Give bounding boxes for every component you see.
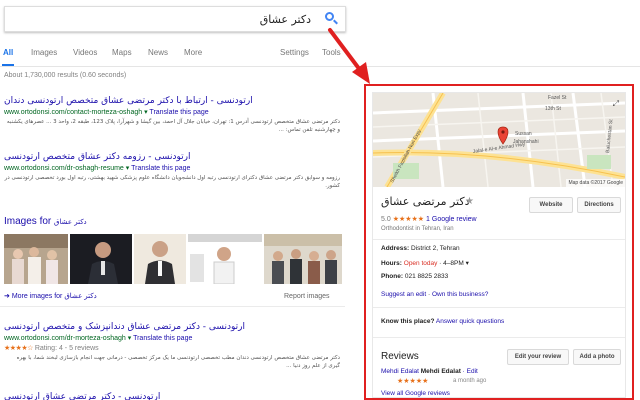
result-3-url[interactable]: www.ortodonsi.com/dr-morteza-oshagh ▾ Tr…: [4, 334, 192, 342]
add-photo-button[interactable]: Add a photo: [573, 349, 621, 365]
result-2-url[interactable]: www.ortodonsi.com/dr-oshagh-resume ▾ Tra…: [4, 164, 190, 172]
more-images-label[interactable]: More images for: [12, 293, 63, 300]
result-2-url-text[interactable]: www.ortodonsi.com/dr-oshagh-resume: [4, 165, 124, 172]
tab-maps[interactable]: Maps: [112, 48, 132, 57]
hours-status: Open today: [403, 260, 438, 267]
address-row: Address: District 2, Tehran: [381, 245, 460, 252]
search-input[interactable]: [11, 10, 311, 28]
tab-news[interactable]: News: [148, 48, 168, 57]
result-1-url[interactable]: www.ortodonsi.com/contact-morteza-oshagh…: [4, 108, 209, 116]
images-for-label[interactable]: Images for: [4, 216, 51, 227]
result-3-rating: ★★★★☆ Rating: 4 - 5 reviews: [4, 344, 99, 352]
images-divider: [0, 306, 345, 307]
directions-button[interactable]: Directions: [577, 197, 621, 213]
tab-videos[interactable]: Videos: [73, 48, 97, 57]
review-time: a month ago: [453, 378, 487, 384]
own-business-link[interactable]: Own this business?: [432, 291, 488, 298]
tab-all[interactable]: All: [3, 48, 13, 57]
result-stats: About 1,730,000 results (0.60 seconds): [4, 72, 127, 79]
image-thumb-2[interactable]: [70, 234, 132, 284]
result-1-url-text[interactable]: www.ortodonsi.com/contact-morteza-oshagh: [4, 109, 142, 116]
review-count-link[interactable]: 1 Google review: [426, 216, 477, 223]
business-type: Orthodontist in Tehran, Iran: [381, 226, 454, 232]
result-2-translate-link[interactable]: Translate this page: [131, 165, 190, 172]
address-value: District 2, Tehran: [411, 245, 460, 252]
search-results-page: All Images Videos Maps News More Setting…: [0, 0, 640, 400]
search-icon[interactable]: [323, 11, 339, 27]
hours-label: Hours:: [381, 260, 402, 267]
map-label-jahanshahi: Jahanshahi: [513, 139, 539, 145]
phone-row: Phone: 021 8825 2833: [381, 273, 448, 280]
reviewer-link[interactable]: Mehdi Edalat: [381, 368, 419, 375]
know-place-label: Know this place?: [381, 318, 435, 325]
phone-label: Phone:: [381, 273, 404, 280]
map-label-fazel: Fazel St: [548, 95, 567, 101]
result-4-title[interactable]: ارتودنسی - دکتر مرتضی عشاق ارتودنسی: [4, 392, 344, 400]
more-images-link[interactable]: ➜ More images for دکتر عشاق: [4, 292, 97, 300]
red-arrow-annotation: [328, 28, 370, 84]
image-thumb-3[interactable]: [134, 234, 186, 284]
result-1-snippet: دکتر مرتضی عشاق متخصص ارتودنسی آدرس 1: ت…: [6, 119, 340, 133]
image-thumbnails: [4, 234, 342, 284]
answer-questions-link[interactable]: Answer quick questions: [436, 318, 504, 325]
result-3-rating-text: Rating: 4 - 5 reviews: [34, 345, 99, 352]
review-stars: ★★★★★: [397, 378, 429, 385]
reviewer-name: Mehdi Edalat: [420, 368, 461, 375]
location-map[interactable]: Fazel St 13th St Jalal-e Al-e Ahmad Hwy …: [373, 93, 625, 187]
suggest-edit-link[interactable]: Suggest an edit: [381, 291, 426, 298]
edit-review-button[interactable]: Edit your review: [507, 349, 569, 365]
result-3-stars: ★★★★☆: [4, 345, 33, 352]
edit-links-row: Suggest an edit · Own this business?: [381, 291, 489, 298]
images-for-query[interactable]: دکتر عشاق: [54, 218, 87, 226]
result-3-title[interactable]: ارتودنسی - دکتر مرتضی عشاق دندانپزشک و م…: [4, 322, 344, 332]
image-thumb-1[interactable]: [4, 234, 68, 284]
review-author-row: Mehdi Edalat Mehdi Edalat · Edit: [381, 368, 478, 375]
expand-map-icon[interactable]: ⤢: [613, 99, 619, 109]
rating-stars: ★★★★★: [392, 216, 425, 223]
result-1-title[interactable]: ارتودنسی - ارتباط با دکتر مرتضی عشاق متخ…: [4, 96, 344, 106]
tab-settings[interactable]: Settings: [280, 48, 309, 57]
knowledge-panel: Fazel St 13th St Jalal-e Al-e Ahmad Hwy …: [364, 84, 634, 400]
address-label: Address:: [381, 245, 410, 252]
map-credit: Map data ©2017 Google: [566, 179, 625, 187]
search-tabs: All Images Videos Maps News More Setting…: [0, 44, 640, 66]
result-2-snippet: رزومه و سوابق دکتر مرتضی عشاق دکترای ارت…: [4, 175, 340, 189]
tab-more[interactable]: More: [184, 48, 202, 57]
tabs-divider: [0, 66, 640, 67]
business-name: دکتر مرتضی عشاق: [381, 195, 470, 208]
map-label-13th: 13th St: [545, 106, 561, 112]
image-thumb-5[interactable]: [264, 234, 342, 284]
edit-review-link[interactable]: Edit: [467, 368, 478, 375]
more-images-query[interactable]: دکتر عشاق: [64, 293, 96, 300]
reviews-heading: Reviews: [381, 351, 419, 362]
image-thumb-4[interactable]: [188, 234, 262, 284]
hours-row[interactable]: Hours: Open today · 4–8PM ▾: [381, 259, 469, 267]
result-3-snippet: دکتر مرتضی عشاق متخصص ارتودنسی دندان مطب…: [16, 355, 340, 369]
hours-time: 4–8PM: [443, 260, 464, 267]
result-3-translate-link[interactable]: Translate this page: [133, 335, 192, 342]
kp-divider-1: [373, 239, 625, 240]
save-star-icon[interactable]: ★: [465, 196, 474, 207]
result-1-translate-link[interactable]: Translate this page: [149, 109, 208, 116]
arrow-right-icon: ➜: [4, 293, 12, 300]
rating-value: 5.0: [381, 216, 391, 223]
know-place-row: Know this place? Answer quick questions: [381, 318, 504, 325]
result-2-title[interactable]: ارتودنسی - رزومه دکتر عشاق متخصص ارتودنس…: [4, 152, 344, 162]
business-rating: 5.0 ★★★★★ 1 Google review: [381, 215, 477, 223]
kp-divider-3: [373, 337, 625, 338]
hours-dropdown-icon[interactable]: ▾: [466, 260, 469, 267]
view-all-reviews-link[interactable]: View all Google reviews: [381, 390, 450, 397]
phone-value[interactable]: 021 8825 2833: [405, 273, 448, 280]
images-for-heading[interactable]: Images for دکتر عشاق: [4, 216, 87, 227]
map-label-sussan: Sussan: [515, 131, 532, 137]
report-images-link[interactable]: Report images: [284, 293, 330, 300]
result-3-url-text[interactable]: www.ortodonsi.com/dr-morteza-oshagh: [4, 335, 126, 342]
search-box[interactable]: [4, 6, 346, 32]
kp-divider-2: [373, 307, 625, 308]
website-button[interactable]: Website: [529, 197, 573, 213]
tab-images[interactable]: Images: [31, 48, 57, 57]
knowledge-panel-card: Fazel St 13th St Jalal-e Al-e Ahmad Hwy …: [372, 92, 626, 398]
